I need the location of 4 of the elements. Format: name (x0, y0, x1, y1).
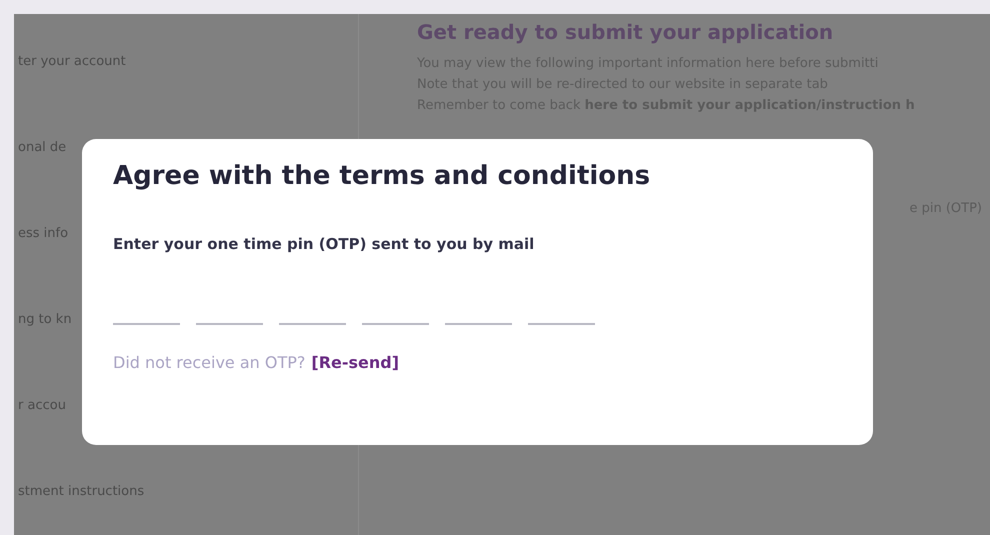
resend-link[interactable]: [Re-send] (311, 353, 400, 372)
otp-prompt: Enter your one time pin (OTP) sent to you by mail (113, 235, 536, 253)
resend-question: Did not receive an OTP? (113, 353, 306, 372)
dialog-title: Agree with the terms and conditions (113, 161, 652, 191)
